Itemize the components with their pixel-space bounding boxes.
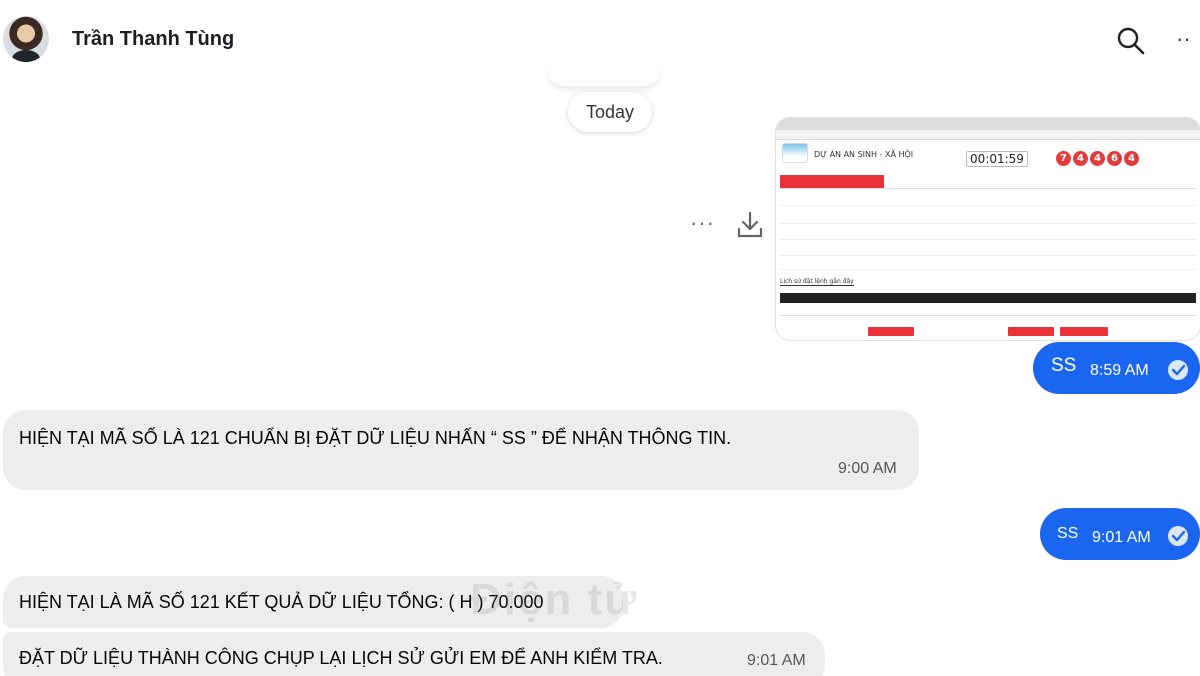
browser-tab-bar bbox=[776, 118, 1200, 130]
site-logo bbox=[782, 143, 808, 163]
read-check-icon bbox=[1167, 359, 1189, 381]
more-horizontal-icon[interactable]: ·· bbox=[1176, 26, 1200, 56]
download-icon[interactable] bbox=[736, 210, 764, 240]
incoming-message[interactable]: HIỆN TẠI LÀ MÃ SỐ 121 KẾT QUẢ DỮ LIỆU TỔ… bbox=[3, 576, 623, 628]
message-text: HIỆN TẠI MÃ SỐ LÀ 121 CHUẨN BỊ ĐẶT DỮ LI… bbox=[19, 428, 732, 448]
contact-name[interactable]: Trần Thanh Tùng bbox=[72, 28, 234, 51]
incoming-message[interactable]: ĐẶT DỮ LIỆU THÀNH CÔNG CHỤP LẠI LỊCH SỬ … bbox=[3, 632, 825, 676]
countdown-timer: 00:01:59 bbox=[966, 151, 1028, 167]
message-text: ĐẶT DỮ LIỆU THÀNH CÔNG CHỤP LẠI LỊCH SỬ … bbox=[19, 648, 663, 668]
site-title: DỰ ÁN AN SINH - XÃ HỘI bbox=[814, 150, 914, 159]
history-table-header bbox=[780, 293, 1196, 303]
grid-line bbox=[780, 264, 1196, 270]
grid-line bbox=[780, 234, 1196, 240]
grid-line bbox=[780, 200, 1196, 206]
screenshot-tab bbox=[780, 175, 884, 188]
screenshot-tab bbox=[884, 175, 988, 188]
incoming-message[interactable]: HIỆN TẠI MÃ SỐ LÀ 121 CHUẨN BỊ ĐẶT DỮ LI… bbox=[3, 410, 919, 490]
message-time: 9:01 AM bbox=[747, 652, 806, 669]
result-ball: 4 bbox=[1124, 151, 1139, 166]
message-more-icon[interactable]: ··· bbox=[690, 210, 715, 236]
message-time: 9:00 AM bbox=[838, 460, 897, 477]
screenshot-tab bbox=[988, 175, 1092, 188]
screenshot-button bbox=[1008, 327, 1054, 336]
result-ball: 4 bbox=[1090, 151, 1105, 166]
result-ball: 4 bbox=[1073, 151, 1088, 166]
image-attachment[interactable]: DỰ ÁN AN SINH - XÃ HỘI 00:01:59 7 4 4 6 … bbox=[776, 118, 1200, 340]
grid-line bbox=[780, 250, 1196, 256]
grid-line bbox=[780, 218, 1196, 224]
browser-address-bar bbox=[776, 130, 1200, 140]
screenshot-tabs bbox=[780, 175, 1196, 189]
message-text: SS bbox=[1057, 525, 1079, 542]
outgoing-message[interactable]: SS 8:59 AM bbox=[1033, 342, 1200, 394]
result-ball: 6 bbox=[1107, 151, 1122, 166]
screenshot-tab bbox=[1092, 175, 1196, 188]
message-time: 9:01 AM bbox=[1092, 529, 1151, 546]
attachment-actions: ··· bbox=[690, 210, 770, 244]
message-text: HIỆN TẠI LÀ MÃ SỐ 121 KẾT QUẢ DỮ LIỆU TỔ… bbox=[19, 592, 544, 612]
history-title: Lịch sử đặt lệnh gần đây bbox=[780, 278, 854, 286]
previous-message-edge bbox=[548, 64, 660, 86]
history-table-row bbox=[780, 306, 1196, 316]
result-balls: 7 4 4 6 4 bbox=[1056, 151, 1139, 166]
result-ball: 7 bbox=[1056, 151, 1071, 166]
message-text: SS bbox=[1051, 355, 1077, 376]
screenshot-button bbox=[1060, 327, 1108, 336]
search-icon[interactable] bbox=[1116, 26, 1146, 56]
message-time: 8:59 AM bbox=[1090, 362, 1149, 379]
screenshot-odds-grid bbox=[780, 196, 1196, 270]
screenshot-button bbox=[868, 327, 914, 336]
date-divider: Today bbox=[568, 92, 652, 132]
outgoing-message[interactable]: SS 9:01 AM bbox=[1040, 508, 1200, 560]
contact-avatar[interactable] bbox=[3, 16, 49, 62]
read-check-icon bbox=[1167, 525, 1189, 547]
